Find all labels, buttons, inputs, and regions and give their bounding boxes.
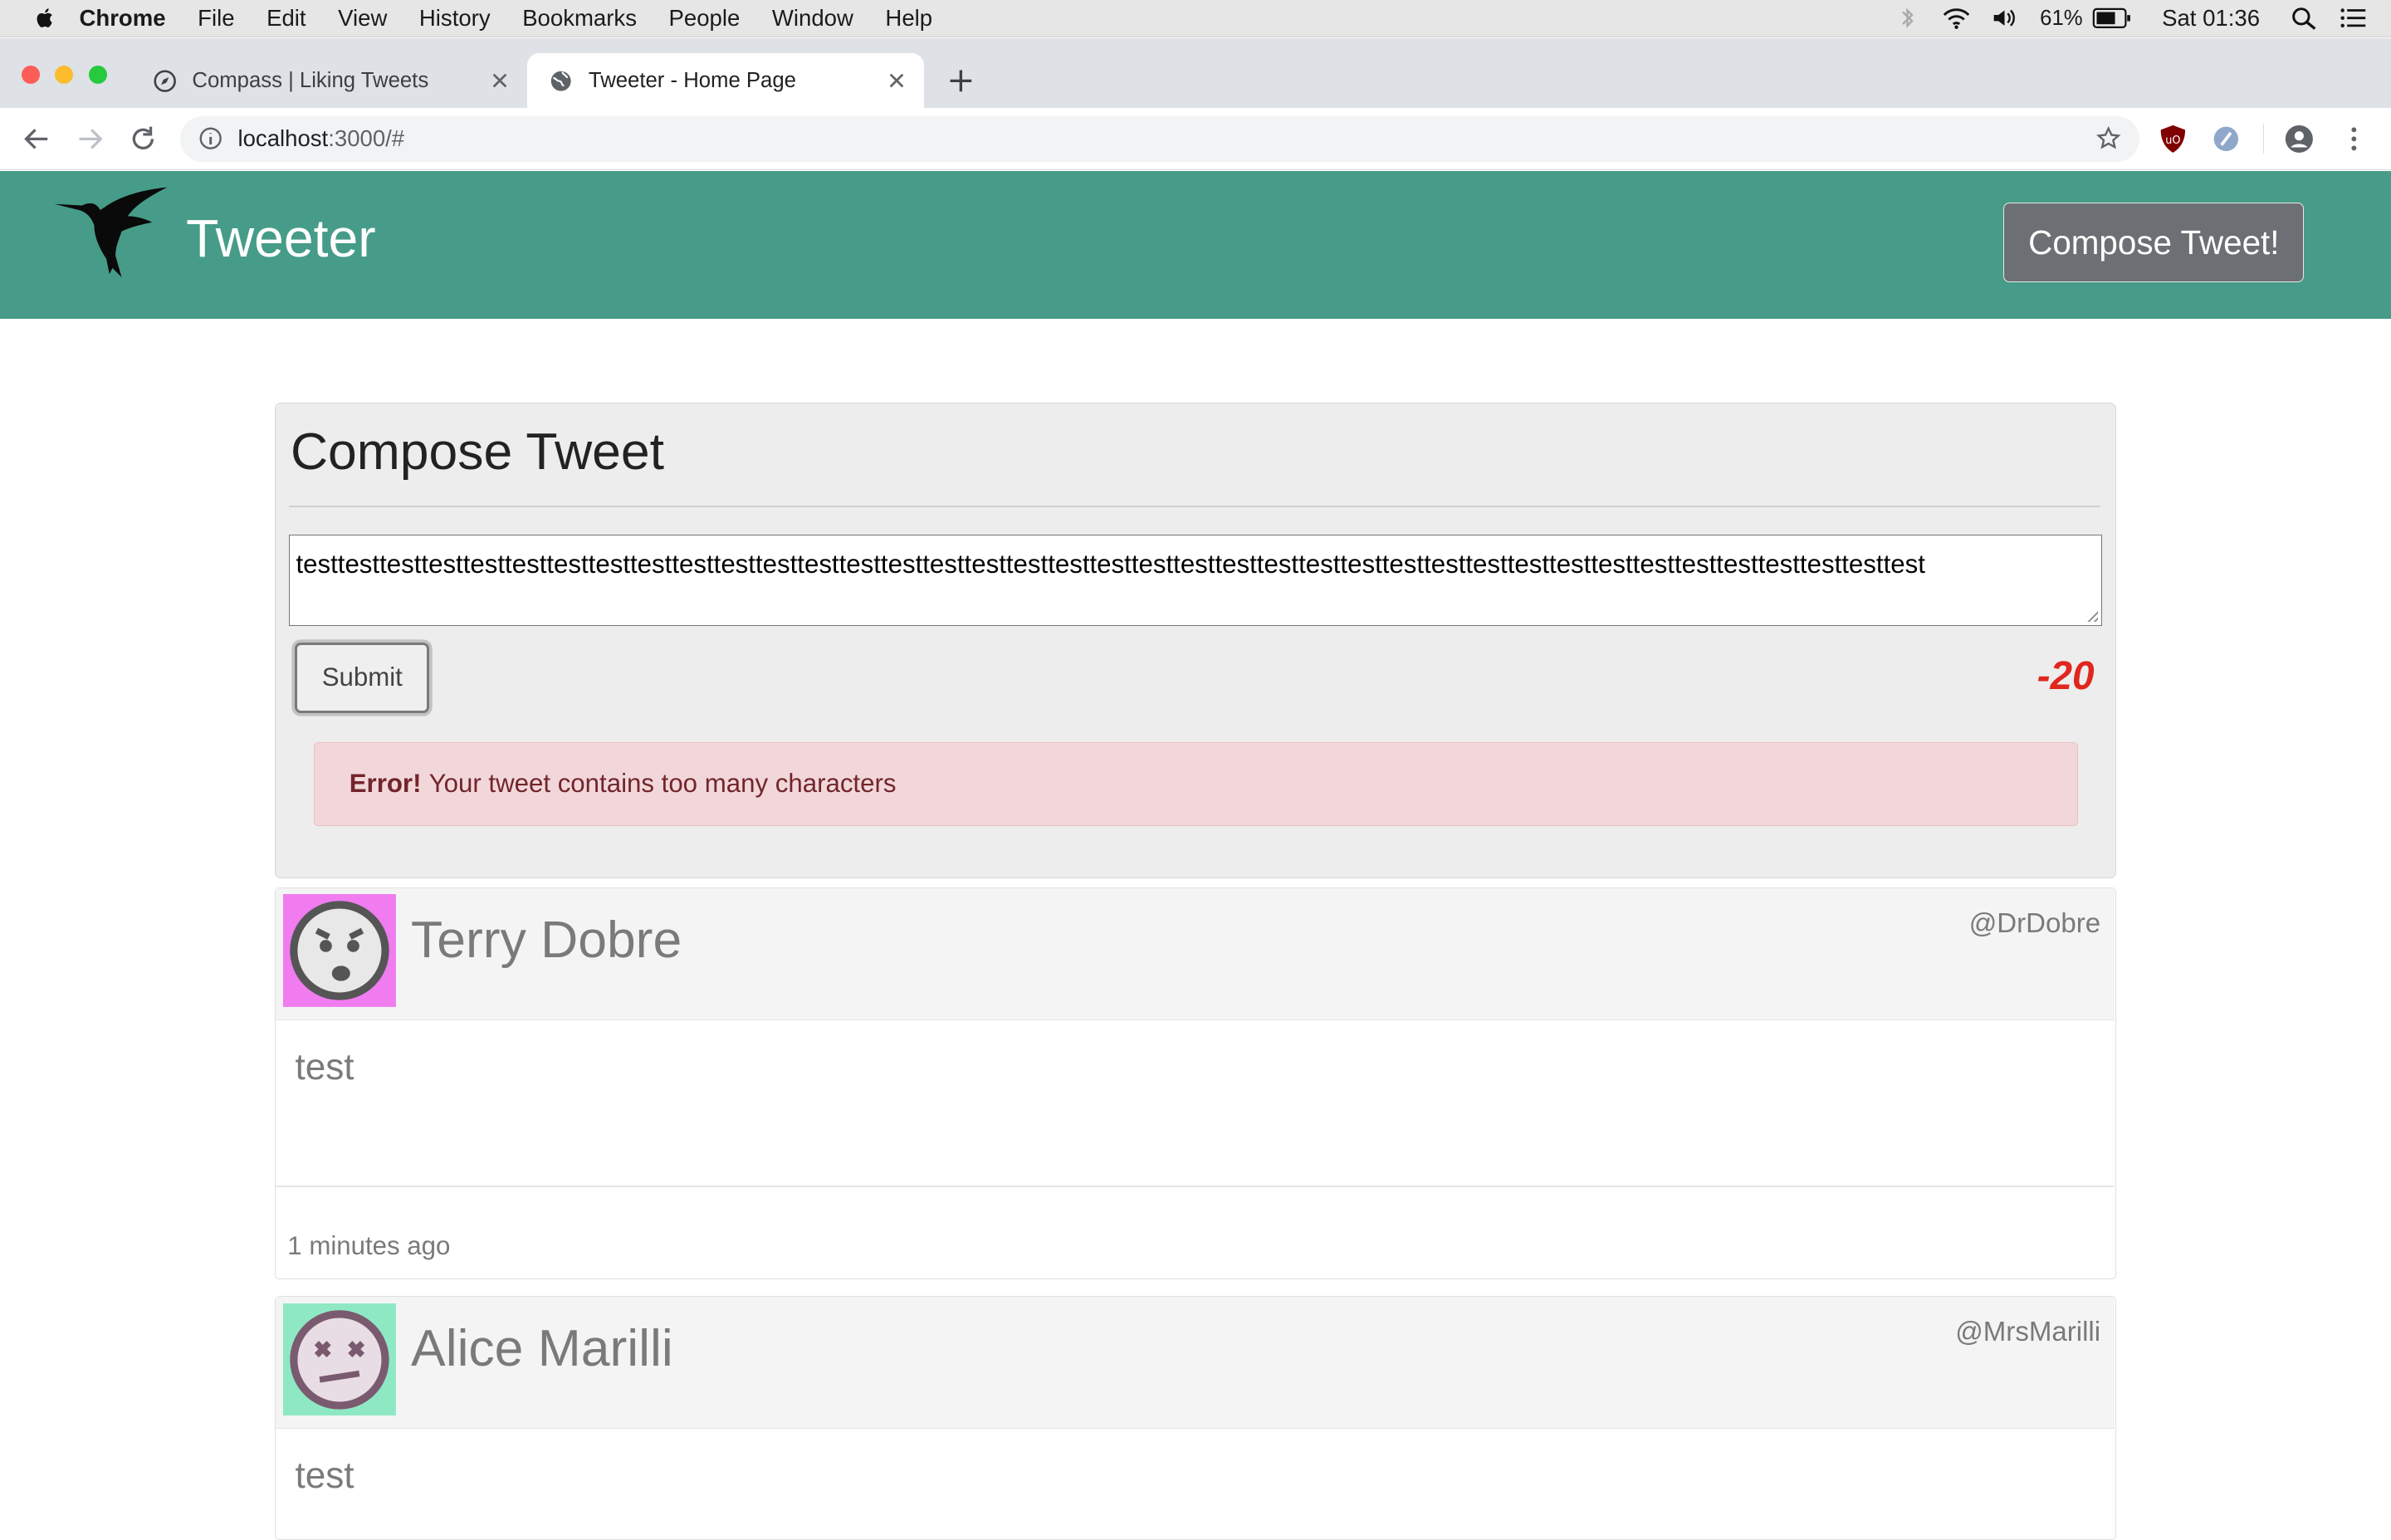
tweet-textarea[interactable]: testtesttesttesttesttesttesttesttesttest…: [289, 534, 2102, 627]
close-tab-icon[interactable]: [491, 71, 509, 90]
character-counter: -20: [2037, 654, 2095, 699]
notification-center-icon[interactable]: [2340, 6, 2367, 30]
tweet-header: Terry Dobre @DrDobre: [275, 887, 2115, 1020]
hummingbird-logo[interactable]: [51, 183, 174, 281]
new-tab-plus-icon[interactable]: [946, 66, 976, 96]
battery-icon[interactable]: [2092, 7, 2132, 29]
compose-tweet-toggle-button[interactable]: Compose Tweet!: [2003, 203, 2305, 282]
bluetooth-icon[interactable]: [1894, 6, 1921, 30]
tweet-text: test: [295, 1046, 354, 1088]
compose-tweet-card: Compose Tweet testtesttesttesttesttestte…: [274, 402, 2117, 878]
menu-file[interactable]: File: [198, 5, 234, 32]
macos-menu-bar: Chrome File Edit View History Bookmarks …: [0, 0, 2391, 38]
more-menu-icon[interactable]: [2339, 124, 2369, 154]
tab-title: Tweeter - Home Page: [588, 68, 796, 92]
toolbar-divider: [2262, 123, 2265, 154]
menu-app-chrome[interactable]: Chrome: [79, 5, 165, 32]
battery-percent: 61%: [2040, 6, 2083, 30]
menu-people[interactable]: People: [669, 5, 741, 32]
profile-avatar-icon[interactable]: [2284, 124, 2315, 154]
site-info-icon[interactable]: [198, 126, 222, 150]
tweet-author-name: Alice Marilli: [411, 1318, 673, 1377]
tab-compass[interactable]: Compass | Liking Tweets: [131, 53, 528, 108]
menu-window[interactable]: Window: [772, 5, 853, 32]
globe-icon: [550, 71, 571, 91]
divider: [289, 505, 2101, 507]
spotlight-search-icon[interactable]: [2291, 6, 2318, 31]
close-window-button[interactable]: [21, 65, 40, 84]
url-host: localhost: [237, 125, 329, 152]
status-tray: 61% Sat 01:36: [1894, 0, 2391, 37]
bookmark-star-icon[interactable]: [2096, 126, 2121, 150]
resize-grip-icon[interactable]: [2086, 610, 2099, 623]
tweet-header: Alice Marilli @MrsMarilli: [275, 1297, 2115, 1430]
error-alert: Error! Your tweet contains too many char…: [313, 741, 2078, 826]
submit-button[interactable]: Submit: [295, 643, 430, 713]
extension-icon[interactable]: [2211, 124, 2242, 154]
scared-face-icon: [282, 894, 396, 1008]
tweet-text: test: [295, 1455, 354, 1497]
menu-bookmarks[interactable]: Bookmarks: [522, 5, 637, 32]
app-navbar: Tweeter Compose Tweet!: [0, 170, 2391, 319]
tweet-author-handle: @DrDobre: [1968, 907, 2101, 939]
ublock-origin-icon[interactable]: uO: [2158, 124, 2188, 154]
back-arrow-icon[interactable]: [22, 124, 52, 154]
menu-history[interactable]: History: [419, 5, 491, 32]
browser-toolbar: localhost:3000/# uO: [0, 108, 2391, 170]
tab-tweeter[interactable]: Tweeter - Home Page: [527, 53, 925, 109]
divider: [275, 1186, 2115, 1187]
maximize-window-button[interactable]: [88, 65, 107, 84]
url-path: :3000/#: [328, 125, 405, 152]
menu-help[interactable]: Help: [885, 5, 932, 32]
menu-edit[interactable]: Edit: [266, 5, 306, 32]
compose-title: Compose Tweet: [290, 422, 664, 481]
reload-icon[interactable]: [128, 124, 159, 154]
forward-arrow-icon[interactable]: [75, 124, 105, 154]
minimize-window-button[interactable]: [55, 65, 74, 84]
close-tab-icon[interactable]: [887, 71, 906, 90]
apple-icon[interactable]: [33, 6, 57, 30]
tweet-card: Terry Dobre @DrDobre test 1 minutes ago: [274, 887, 2117, 1279]
brand-title[interactable]: Tweeter: [186, 208, 376, 269]
clock[interactable]: Sat 01:36: [2162, 5, 2260, 32]
menu-view[interactable]: View: [338, 5, 387, 32]
tweet-card: Alice Marilli @MrsMarilli test: [274, 1296, 2117, 1540]
address-bar[interactable]: localhost:3000/#: [179, 115, 2139, 162]
tweet-textarea-value: testtesttesttesttesttesttesttesttesttest…: [296, 549, 1925, 579]
browser-tab-strip: Compass | Liking Tweets Tweeter - Home P…: [0, 37, 2391, 109]
wifi-icon[interactable]: [1943, 6, 1970, 30]
tweet-author-name: Terry Dobre: [411, 910, 682, 969]
error-label: Error!: [349, 769, 422, 799]
tweet-author-handle: @MrsMarilli: [1955, 1317, 2101, 1348]
tweet-timestamp: 1 minutes ago: [287, 1231, 451, 1261]
compass-icon: [154, 70, 176, 92]
svg-text:uO: uO: [2165, 134, 2180, 147]
volume-icon[interactable]: [1991, 6, 2018, 30]
dizzy-face-icon: [282, 1303, 396, 1416]
tab-title: Compass | Liking Tweets: [192, 68, 429, 92]
error-message: Your tweet contains too many characters: [428, 769, 897, 799]
